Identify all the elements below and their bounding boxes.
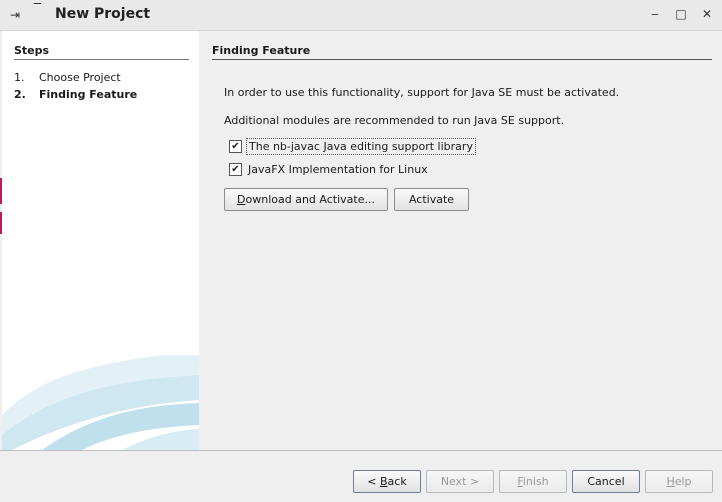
step-label: Finding Feature [39,88,138,101]
cancel-button[interactable]: Cancel [572,470,640,493]
step-label: Choose Project [39,71,121,84]
download-and-activate-button[interactable]: Download and Activate... [224,188,388,211]
checkbox[interactable]: ✔ [229,163,242,176]
shade-icon[interactable]: ‾ [34,2,41,18]
next-button[interactable]: Next > [426,470,494,493]
checkbox-label[interactable]: JavaFX Implementation for Linux [246,162,430,177]
module-checkbox-row[interactable]: ✔ JavaFX Implementation for Linux [229,162,430,177]
window-controls: ‒ □ ✕ [648,6,714,22]
button-label: Help [666,475,692,488]
back-button[interactable]: < Back [353,470,421,493]
step-item-current: 2. Finding Feature [14,88,137,101]
additional-modules-text: Additional modules are recommended to ru… [224,114,565,127]
button-label: < Back [367,475,407,488]
pin-icon[interactable]: ⇥ [10,8,20,22]
steps-panel: Steps 1. Choose Project 2. Finding Feature [2,31,199,450]
button-label: Finish [517,475,549,488]
checkbox-label[interactable]: The nb-javac Java editing support librar… [246,138,476,155]
swoosh-decoration [2,355,199,450]
step-number: 2. [14,88,26,101]
button-label: Download and Activate... [237,193,375,206]
activate-button[interactable]: Activate [394,188,469,211]
window-title: New Project [55,6,151,22]
module-checkbox-row[interactable]: ✔ The nb-javac Java editing support libr… [229,138,476,155]
step-item: 1. Choose Project [14,71,121,84]
title-bar: ⇥ ‾ New Project ‒ □ ✕ [0,0,722,31]
section-divider [212,59,712,60]
maximize-icon[interactable]: □ [674,6,688,22]
activation-message: In order to use this functionality, supp… [224,86,620,99]
steps-divider [14,59,189,60]
footer-divider [0,450,722,451]
section-title: Finding Feature [212,44,311,57]
checkbox[interactable]: ✔ [229,140,242,153]
steps-heading: Steps [14,44,50,57]
minimize-icon[interactable]: ‒ [648,6,662,22]
button-label: Cancel [587,475,625,488]
button-label: Activate [408,193,455,206]
step-number: 1. [14,71,25,84]
finish-button[interactable]: Finish [499,470,567,493]
button-label: Next > [440,475,480,488]
help-button[interactable]: Help [645,470,713,493]
close-icon[interactable]: ✕ [700,6,714,22]
